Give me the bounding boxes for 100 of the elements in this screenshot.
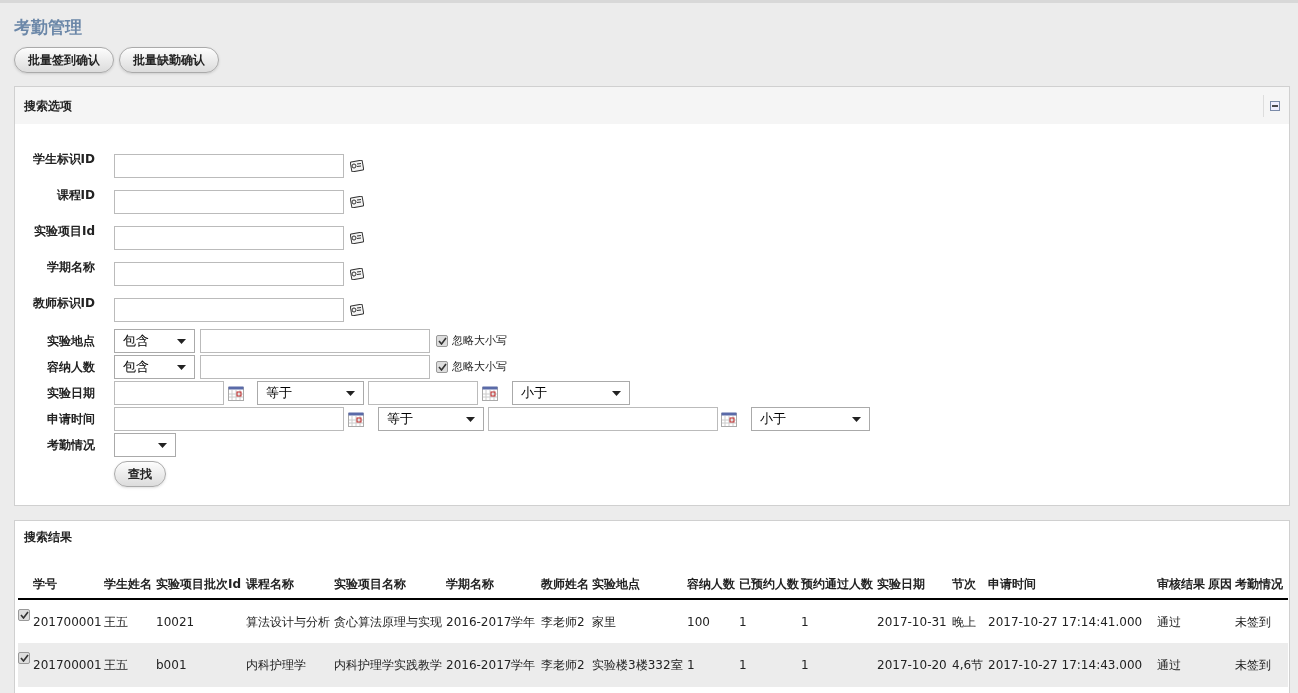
calendar-icon[interactable] — [721, 411, 737, 427]
table-cell: 10021 — [156, 614, 195, 629]
input-field[interactable] — [114, 262, 344, 286]
column-header[interactable]: 原因 — [1208, 576, 1232, 591]
column-header[interactable]: 申请时间 — [988, 576, 1036, 591]
table-cell: 2017-10-27 17:14:43.000 — [988, 658, 1143, 672]
field-label: 考勤情况 — [47, 438, 95, 452]
caret-icon — [466, 416, 475, 422]
field-label: 学生标识ID — [32, 152, 95, 166]
column-header[interactable]: 审核结果 — [1157, 576, 1205, 591]
column-header[interactable]: 学生姓名 — [104, 576, 152, 591]
input-field[interactable] — [368, 381, 478, 405]
card-icon[interactable] — [350, 304, 364, 316]
action-button[interactable]: 批量签到确认 — [14, 47, 114, 73]
calendar-icon[interactable] — [482, 385, 498, 401]
column-header[interactable]: 学号 — [33, 576, 57, 591]
caret-icon — [177, 338, 186, 344]
input-field[interactable] — [488, 407, 718, 431]
field-label: 申请时间 — [47, 412, 95, 426]
table-cell: 1 — [739, 614, 747, 629]
input-field[interactable] — [114, 298, 344, 322]
calendar-icon[interactable] — [348, 411, 364, 427]
dropdown[interactable]: 等于 — [378, 407, 484, 431]
table-cell: 未签到 — [1235, 614, 1271, 629]
card-icon[interactable] — [350, 196, 364, 208]
column-header[interactable]: 节次 — [952, 576, 976, 591]
table-cell: 通过 — [1157, 614, 1181, 629]
caret-icon — [158, 442, 167, 448]
table-cell-text: 201700001 — [33, 657, 102, 674]
search-button[interactable]: 查找 — [114, 461, 166, 487]
column-header[interactable]: 实验地点 — [592, 576, 640, 591]
table-cell: 2017-10-27 17:14:41.000 — [988, 614, 1143, 629]
table-cell: 1 — [739, 658, 747, 672]
field-label: 实验地点 — [47, 334, 95, 348]
input-field[interactable] — [114, 154, 344, 178]
collapse-icon[interactable] — [1270, 100, 1280, 111]
panel-title: 搜索结果 — [24, 529, 72, 546]
field-label: 实验项目Id — [33, 224, 95, 238]
column-header[interactable]: 已预约人数 — [739, 576, 799, 591]
checkbox-label: 忽略大小写 — [452, 332, 507, 349]
column-header[interactable]: 教师姓名 — [541, 576, 589, 591]
column-header[interactable]: 容纳人数 — [687, 576, 735, 591]
table-cell: 内科护理学实践教学 — [334, 658, 442, 672]
calendar-icon[interactable] — [228, 385, 244, 401]
dropdown[interactable]: 等于 — [257, 381, 364, 405]
table-cell-text: 201700001 — [33, 613, 102, 631]
table-cell: 李老师2 — [541, 614, 585, 629]
field-label: 容纳人数 — [47, 360, 95, 374]
field-label: 课程ID — [56, 188, 95, 202]
table-cell: 1 — [801, 614, 809, 629]
input-field[interactable] — [114, 226, 344, 250]
table-cell: 王五 — [104, 614, 128, 629]
table-cell: 晚上 — [952, 614, 976, 629]
page-title: 考勤管理 — [14, 16, 83, 38]
field-label: 教师标识ID — [32, 296, 95, 310]
checkbox[interactable] — [436, 361, 448, 373]
table-cell: 实验楼3楼332室 — [592, 658, 683, 672]
dropdown[interactable]: 包含 — [114, 329, 195, 353]
column-header[interactable]: 学期名称 — [446, 576, 494, 591]
dropdown[interactable]: 小于 — [512, 381, 630, 405]
column-header[interactable]: 实验项目批次Id — [156, 576, 242, 591]
input-field[interactable] — [200, 329, 430, 353]
field-label: 学期名称 — [47, 260, 95, 274]
card-icon[interactable] — [350, 160, 364, 172]
table-cell: 1 — [801, 658, 809, 672]
column-header[interactable]: 预约通过人数 — [801, 576, 873, 591]
row-checkbox[interactable] — [18, 608, 30, 621]
table-cell: 贪心算法原理与实现 — [334, 614, 442, 629]
column-header[interactable]: 考勤情况 — [1235, 576, 1283, 591]
checkbox-label: 忽略大小写 — [452, 358, 507, 375]
action-button[interactable]: 批量缺勤确认 — [119, 47, 219, 73]
table-cell: 算法设计与分析 — [246, 614, 330, 629]
caret-icon — [852, 416, 861, 422]
dropdown[interactable]: 小于 — [751, 407, 870, 431]
table-cell: 2016-2017学年 — [446, 614, 536, 629]
table-cell: 王五 — [104, 658, 128, 672]
dropdown[interactable]: 包含 — [114, 355, 195, 379]
table-cell: 2016-2017学年 — [446, 658, 536, 672]
row-checkbox[interactable] — [18, 652, 30, 664]
table-cell: 李老师2 — [541, 658, 585, 672]
table-cell: 家里 — [592, 614, 616, 629]
column-header[interactable]: 课程名称 — [246, 576, 294, 591]
input-field[interactable] — [114, 407, 344, 431]
column-header[interactable]: 实验日期 — [877, 576, 925, 591]
caret-icon — [177, 364, 186, 370]
field-label: 实验日期 — [47, 386, 95, 400]
table-cell: 2017-10-31 — [877, 614, 947, 629]
input-field[interactable] — [114, 190, 344, 214]
card-icon[interactable] — [350, 268, 364, 280]
card-icon[interactable] — [350, 232, 364, 244]
column-header[interactable]: 实验项目名称 — [334, 576, 406, 591]
caret-icon — [612, 390, 621, 396]
checkbox[interactable] — [436, 335, 448, 347]
input-field[interactable] — [114, 381, 224, 405]
caret-icon — [346, 390, 355, 396]
table-cell: 未签到 — [1235, 658, 1271, 672]
table-cell: 内科护理学 — [246, 658, 306, 672]
input-field[interactable] — [200, 355, 430, 379]
panel-title: 搜索选项 — [24, 97, 72, 115]
table-cell: 通过 — [1157, 658, 1181, 672]
